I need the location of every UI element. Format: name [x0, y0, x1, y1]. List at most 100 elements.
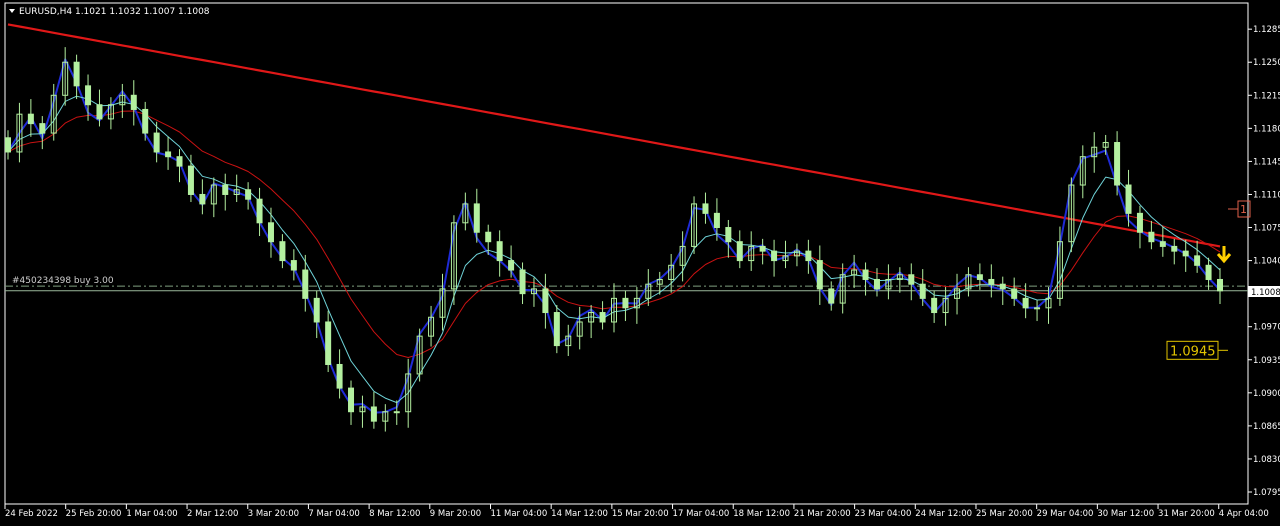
candle-body[interactable] — [473, 203, 480, 233]
x-tick-label: 18 Mar 12:00 — [733, 509, 790, 519]
x-tick-label: 24 Feb 2022 — [5, 509, 58, 519]
candle-body[interactable] — [348, 387, 355, 413]
candle-body[interactable] — [85, 85, 92, 106]
x-tick-label: 11 Mar 04:00 — [490, 509, 547, 519]
candle-body[interactable] — [1022, 297, 1029, 309]
y-tick-label: 1.0830 — [1253, 455, 1280, 465]
x-tick-label: 25 Feb 20:00 — [66, 509, 122, 519]
candle-body[interactable] — [1114, 142, 1121, 186]
y-tick-label: 1.1110 — [1253, 190, 1280, 200]
candle-body[interactable] — [267, 222, 274, 243]
symbol-header[interactable]: EURUSD,H4 1.1021 1.1032 1.1007 1.1008 — [9, 7, 210, 17]
candle-body[interactable] — [325, 321, 332, 365]
candle-body[interactable] — [302, 269, 309, 299]
candle-body[interactable] — [256, 198, 263, 224]
candle-body[interactable] — [919, 283, 926, 299]
candle-body[interactable] — [999, 283, 1006, 290]
candle-body[interactable] — [1171, 245, 1178, 252]
candle-body[interactable] — [245, 189, 252, 200]
x-tick-label: 2 Mar 12:00 — [187, 509, 238, 519]
candle-body[interactable] — [828, 288, 835, 304]
candle-body[interactable] — [496, 241, 503, 262]
candle-body[interactable] — [176, 156, 183, 167]
candle-body[interactable] — [370, 406, 377, 422]
candle-body[interactable] — [908, 274, 915, 285]
y-tick-label: 1.1180 — [1253, 124, 1280, 134]
x-tick-label: 29 Mar 04:00 — [1037, 509, 1094, 519]
x-tick-label: 30 Mar 12:00 — [1097, 509, 1154, 519]
candle-body[interactable] — [873, 278, 880, 290]
candle-body[interactable] — [976, 274, 983, 280]
candle-body[interactable] — [1011, 288, 1018, 299]
candle-body[interactable] — [805, 250, 812, 262]
price-axis[interactable]: 1.1285 1.1250 1.1215 1.1180 1.1145 1.1110 1.10… — [1248, 25, 1280, 498]
y-tick-label: 1.1040 — [1253, 257, 1280, 267]
candle-body[interactable] — [553, 312, 560, 347]
candle-body[interactable] — [988, 278, 995, 285]
candle-body[interactable] — [736, 241, 743, 262]
candle-body[interactable] — [27, 113, 34, 125]
candle-body[interactable] — [73, 61, 80, 87]
x-tick-label: 17 Mar 04:00 — [673, 509, 730, 519]
current-price-tag: 1.1008 — [1248, 286, 1280, 298]
y-tick-label: 1.1145 — [1253, 157, 1280, 167]
candle-body[interactable] — [290, 260, 297, 271]
candle-body[interactable] — [485, 231, 492, 243]
candle-body[interactable] — [313, 297, 320, 323]
x-tick-label: 15 Mar 20:00 — [612, 509, 669, 519]
candle-body[interactable] — [542, 288, 549, 314]
x-tick-label: 31 Mar 20:00 — [1158, 509, 1215, 519]
candle-body[interactable] — [1159, 241, 1166, 247]
symbol-info-text: EURUSD,H4 1.1021 1.1032 1.1007 1.1008 — [19, 7, 210, 17]
x-tick-label: 23 Mar 04:00 — [855, 509, 912, 519]
candle-body[interactable] — [816, 260, 823, 290]
candle-body[interactable] — [1034, 307, 1041, 310]
x-tick-label: 21 Mar 20:00 — [794, 509, 851, 519]
candle-body[interactable] — [5, 137, 11, 153]
y-tick-label: 1.0970 — [1253, 323, 1280, 333]
candle-body[interactable] — [222, 184, 229, 195]
candle-body[interactable] — [187, 165, 194, 195]
y-tick-label: 1.1215 — [1253, 91, 1280, 101]
candle-body[interactable] — [713, 212, 720, 229]
alert-price-label: 1.0945 — [1170, 344, 1216, 359]
candle-body[interactable] — [759, 245, 766, 252]
current-price-label: 1.1008 — [1251, 288, 1280, 298]
candle-body[interactable] — [725, 227, 732, 243]
candle-body[interactable] — [165, 151, 172, 158]
candle-body[interactable] — [199, 193, 206, 205]
candle-body[interactable] — [771, 250, 778, 262]
x-tick-label: 24 Mar 12:00 — [915, 509, 972, 519]
candle-body[interactable] — [279, 241, 286, 262]
candle-body[interactable] — [1205, 264, 1212, 280]
price-chart[interactable]: EURUSD,H4 1.1021 1.1032 1.1007 1.1008 #4… — [0, 0, 1280, 526]
candle-body[interactable] — [153, 132, 160, 153]
order-label: #450234398 buy 3.00 — [12, 276, 114, 286]
candle-body[interactable] — [130, 94, 137, 110]
candle-body[interactable] — [39, 123, 46, 134]
candle-body[interactable] — [1136, 212, 1143, 233]
x-tick-label: 14 Mar 12:00 — [551, 509, 608, 519]
candle-body[interactable] — [622, 297, 629, 309]
candle-body[interactable] — [931, 297, 938, 314]
candle-body[interactable] — [1194, 255, 1201, 266]
y-tick-label: 1.1075 — [1253, 224, 1280, 234]
x-tick-label: 7 Mar 04:00 — [308, 509, 359, 519]
y-tick-label: 1.0865 — [1253, 422, 1280, 432]
candle-body[interactable] — [142, 108, 149, 134]
candle-body[interactable] — [336, 363, 343, 389]
y-tick-label: 1.0900 — [1253, 389, 1280, 399]
candle-body[interactable] — [702, 203, 709, 214]
candle-body[interactable] — [1217, 278, 1223, 292]
candle-body[interactable] — [96, 104, 103, 120]
candle-body[interactable] — [393, 411, 400, 414]
candle-body[interactable] — [1125, 184, 1132, 214]
candle-body[interactable] — [508, 260, 515, 271]
candle-body[interactable] — [862, 269, 869, 280]
candle-body[interactable] — [1182, 250, 1189, 257]
candle-body[interactable] — [599, 312, 606, 323]
chart-background — [0, 0, 1280, 526]
x-tick-label: 4 Apr 04:00 — [1219, 509, 1269, 519]
candle-body[interactable] — [519, 269, 526, 295]
candle-body[interactable] — [1148, 231, 1155, 243]
